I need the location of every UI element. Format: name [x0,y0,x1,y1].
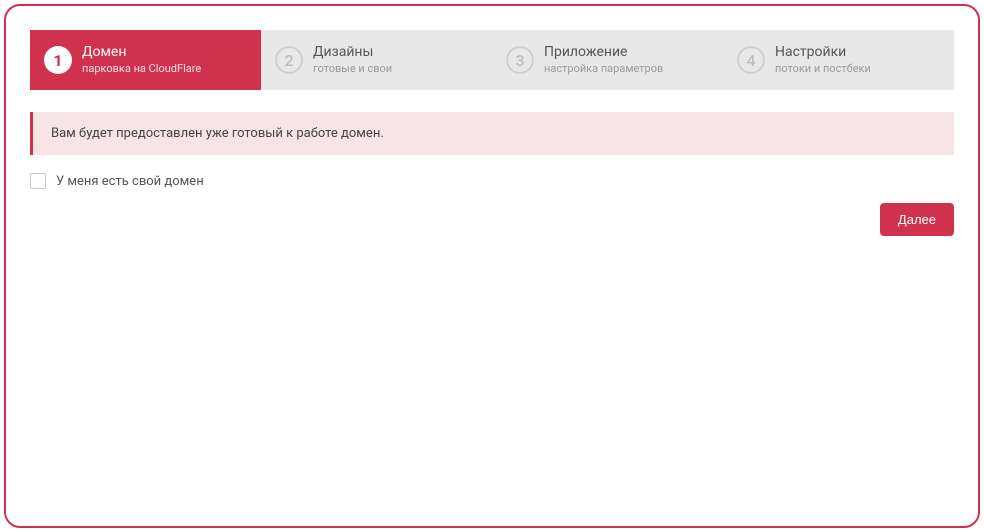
info-text: Вам будет предоставлен уже готовый к раб… [51,126,384,141]
step-settings[interactable]: 4 Настройки потоки и постбеки [723,30,954,90]
step-subtitle: потоки и постбеки [775,62,871,76]
step-text: Дизайны готовые и свои [313,44,392,75]
step-title: Дизайны [313,44,392,62]
own-domain-checkbox-row[interactable]: У меня есть свой домен [30,173,954,189]
step-title: Настройки [775,44,871,62]
step-text: Домен парковка на CloudFlare [82,44,201,75]
step-number-icon: 3 [506,46,534,74]
step-subtitle: готовые и свои [313,62,392,76]
step-subtitle: парковка на CloudFlare [82,62,201,76]
step-designs[interactable]: 2 Дизайны готовые и свои [261,30,492,90]
step-application[interactable]: 3 Приложение настройка параметров [492,30,723,90]
step-domain[interactable]: 1 Домен парковка на CloudFlare [30,30,261,90]
own-domain-checkbox[interactable] [30,173,46,189]
actions-row: Далее [30,203,954,236]
wizard-frame: 1 Домен парковка на CloudFlare 2 Дизайны… [4,4,980,528]
next-button[interactable]: Далее [880,203,954,236]
steps-nav: 1 Домен парковка на CloudFlare 2 Дизайны… [30,30,954,90]
step-subtitle: настройка параметров [544,62,663,76]
step-title: Домен [82,44,201,62]
step-title: Приложение [544,44,663,62]
step-number-icon: 1 [44,46,72,74]
info-banner: Вам будет предоставлен уже готовый к раб… [30,112,954,155]
step-text: Приложение настройка параметров [544,44,663,75]
step-number-icon: 2 [275,46,303,74]
own-domain-label: У меня есть свой домен [56,174,204,189]
step-number-icon: 4 [737,46,765,74]
step-text: Настройки потоки и постбеки [775,44,871,75]
